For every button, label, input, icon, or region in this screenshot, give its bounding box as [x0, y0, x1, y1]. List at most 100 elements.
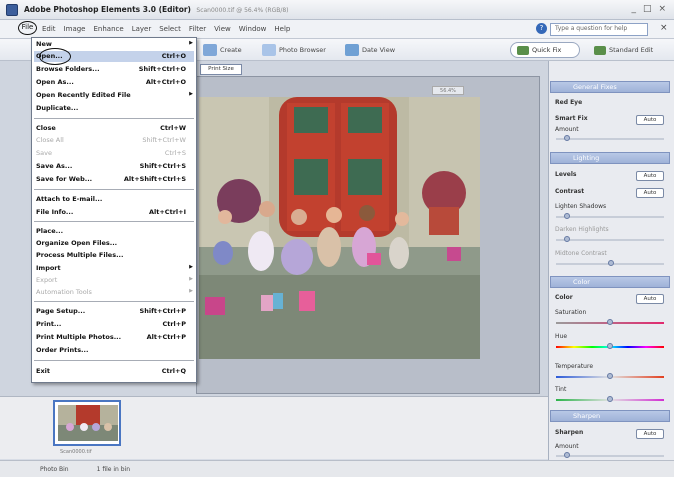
bin-file-count: 1 file in bin	[96, 465, 131, 473]
menu-file[interactable]: File	[18, 21, 37, 35]
photo-browser-icon	[262, 44, 276, 56]
file-menu-item-attach-to-e-mail[interactable]: Attach to E-mail...	[36, 195, 186, 205]
lighting-header[interactable]: Lighting	[550, 152, 670, 164]
smart-fix-amount-thumb[interactable]	[564, 135, 570, 141]
quick-fix-icon	[517, 45, 529, 55]
file-menu-item-automation-tools[interactable]: Automation Tools ▶	[36, 288, 193, 298]
photo-bin-thumbnail[interactable]	[53, 400, 121, 446]
file-menu-item-browse-folders[interactable]: Browse Folders... Shift+Ctrl+O	[36, 65, 186, 75]
menu-item-label: Browse Folders...	[36, 65, 100, 73]
menu-item-label: Print Multiple Photos...	[36, 333, 122, 341]
file-menu-item-page-setup[interactable]: Page Setup... Shift+Ctrl+P	[36, 307, 186, 317]
sharpen-auto-button[interactable]: Auto	[636, 429, 664, 439]
file-menu-item-close-all[interactable]: Close All Shift+Ctrl+W	[36, 136, 186, 146]
lighten-shadows-thumb[interactable]	[564, 213, 570, 219]
tint-thumb[interactable]	[607, 396, 613, 402]
create-label: Create	[220, 46, 242, 54]
menu-item-shortcut: Shift+Ctrl+S	[139, 162, 186, 170]
maximize-button[interactable]: □	[643, 4, 652, 14]
color-header[interactable]: Color	[550, 276, 670, 288]
photo-canvas[interactable]	[199, 97, 480, 359]
smart-fix-auto-button[interactable]: Auto	[636, 115, 664, 125]
menu-item-label: Open As...	[36, 78, 74, 86]
menu-image[interactable]: Image	[60, 25, 90, 33]
general-fixes-header[interactable]: General Fixes	[550, 81, 670, 93]
menu-item-label: Exit	[36, 367, 50, 375]
file-menu-item-save-for-web[interactable]: Save for Web... Alt+Shift+Ctrl+S	[36, 175, 186, 185]
file-menu-item-organize-open-files[interactable]: Organize Open Files...	[36, 239, 186, 249]
file-menu-item-process-multiple-files[interactable]: Process Multiple Files...	[36, 251, 186, 261]
photo-bin-toggle[interactable]: Photo Bin	[40, 466, 69, 473]
open-item-annotation-circle	[39, 48, 71, 65]
menu-item-label: Export	[36, 276, 58, 284]
menu-item-label: Close	[36, 124, 56, 132]
menu-item-label: New	[36, 40, 52, 48]
sharpen-amount-slider[interactable]	[556, 455, 664, 457]
file-menu-item-close[interactable]: Close Ctrl+W	[36, 124, 186, 134]
sharpen-amount-label: Amount	[555, 443, 579, 450]
menu-item-label: Automation Tools	[36, 288, 92, 296]
file-menu-item-file-info[interactable]: File Info... Alt+Ctrl+I	[36, 208, 186, 218]
file-menu-item-export[interactable]: Export ▶	[36, 276, 193, 286]
sharpen-header[interactable]: Sharpen	[550, 410, 670, 422]
file-menu-item-exit[interactable]: Exit Ctrl+Q	[36, 367, 186, 377]
menu-item-label: Import	[36, 264, 61, 272]
file-menu-item-duplicate[interactable]: Duplicate...	[36, 104, 186, 114]
file-menu-item-save[interactable]: Save Ctrl+S	[36, 149, 186, 159]
close-document-button[interactable]: ×	[660, 23, 668, 33]
midtone-contrast-thumb[interactable]	[608, 260, 614, 266]
file-menu-item-print[interactable]: Print... Ctrl+P	[36, 320, 186, 330]
app-icon	[6, 3, 18, 16]
quick-fix-button[interactable]: Quick Fix	[510, 42, 580, 58]
menu-layer[interactable]: Layer	[128, 25, 156, 33]
menu-window[interactable]: Window	[235, 25, 271, 33]
photo-browser-button[interactable]: Photo Browser	[262, 43, 326, 57]
temperature-label: Temperature	[555, 363, 594, 370]
menu-item-shortcut: Alt+Ctrl+O	[145, 78, 186, 86]
menu-help[interactable]: Help	[270, 25, 294, 33]
thumbnail-caption: Scan0000.tif	[60, 449, 92, 455]
saturation-thumb[interactable]	[607, 319, 613, 325]
help-search-input[interactable]: Type a question for help	[550, 23, 648, 36]
file-menu-item-order-prints[interactable]: Order Prints...	[36, 346, 186, 356]
close-window-button[interactable]: ×	[658, 4, 666, 14]
create-button[interactable]: Create	[203, 43, 242, 57]
hue-thumb[interactable]	[607, 343, 613, 349]
print-size-button[interactable]: Print Size	[200, 64, 242, 75]
darken-highlights-thumb[interactable]	[564, 236, 570, 242]
sharpen-amount-thumb[interactable]	[564, 452, 570, 458]
lighten-shadows-label: Lighten Shadows	[555, 203, 607, 210]
menu-enhance[interactable]: Enhance	[90, 25, 128, 33]
file-menu-item-import[interactable]: Import ▶	[36, 264, 193, 274]
temperature-thumb[interactable]	[607, 373, 613, 379]
menu-item-shortcut: Shift+Ctrl+P	[139, 307, 186, 315]
contrast-auto-button[interactable]: Auto	[636, 188, 664, 198]
file-menu-item-print-multiple-photos[interactable]: Print Multiple Photos... Alt+Ctrl+P	[36, 333, 186, 343]
minimize-button[interactable]: _	[631, 4, 636, 14]
levels-auto-button[interactable]: Auto	[636, 171, 664, 181]
darken-highlights-slider[interactable]	[556, 239, 664, 241]
menu-edit[interactable]: Edit	[38, 25, 60, 33]
smart-fix-amount-slider[interactable]	[556, 138, 664, 140]
file-menu-item-place[interactable]: Place...	[36, 227, 186, 237]
lighten-shadows-slider[interactable]	[556, 216, 664, 218]
file-menu-item-open-recently-edited-file[interactable]: Open Recently Edited File ▶	[36, 91, 193, 101]
submenu-arrow-icon: ▶	[189, 40, 193, 46]
file-menu-item-save-as[interactable]: Save As... Shift+Ctrl+S	[36, 162, 186, 172]
submenu-arrow-icon: ▶	[189, 276, 193, 282]
date-view-button[interactable]: Date View	[345, 43, 395, 57]
quick-fix-label: Quick Fix	[532, 46, 562, 54]
standard-edit-button[interactable]: Standard Edit	[594, 43, 653, 57]
menu-separator	[34, 189, 194, 190]
tint-label: Tint	[555, 386, 567, 393]
red-eye-label: Red Eye	[555, 99, 583, 106]
menu-view[interactable]: View	[210, 25, 235, 33]
menu-select[interactable]: Select	[155, 25, 185, 33]
contrast-label: Contrast	[555, 188, 585, 195]
color-auto-button[interactable]: Auto	[636, 294, 664, 304]
menu-separator	[34, 118, 194, 119]
menu-item-label: Order Prints...	[36, 346, 89, 354]
file-menu-item-open-as[interactable]: Open As... Alt+Ctrl+O	[36, 78, 186, 88]
submenu-arrow-icon: ▶	[189, 91, 193, 97]
menu-filter[interactable]: Filter	[185, 25, 210, 33]
